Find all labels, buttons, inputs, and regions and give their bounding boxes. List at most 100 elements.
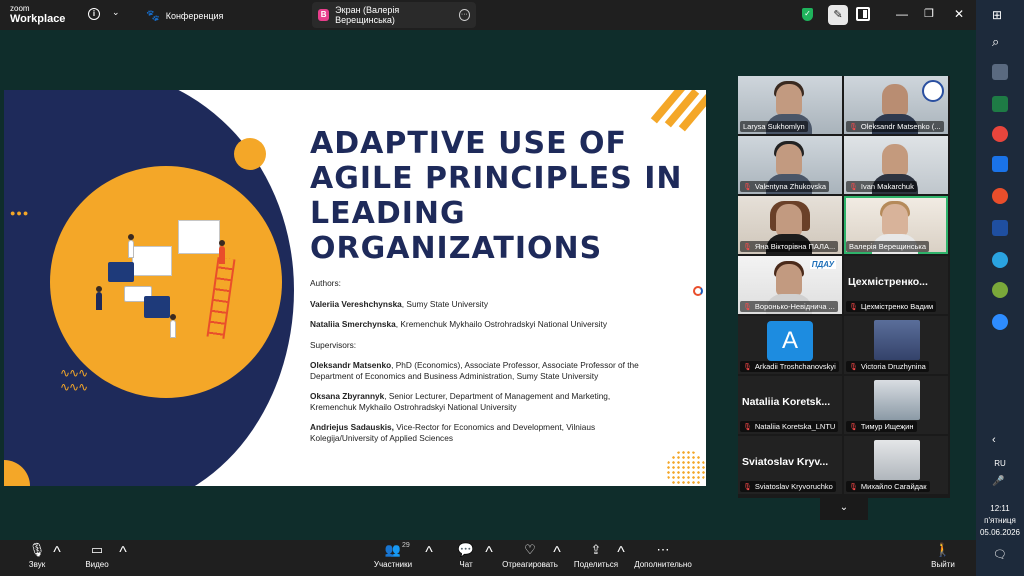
author-affiliation: , Sumy State University bbox=[401, 298, 489, 309]
annotate-pen-icon[interactable]: ✎ bbox=[828, 5, 848, 25]
react-options-caret[interactable]: ^ bbox=[552, 544, 562, 576]
person bbox=[96, 292, 102, 310]
person bbox=[219, 246, 225, 264]
more-button[interactable]: ⋯ Дополнительно bbox=[632, 540, 694, 576]
mic-muted-icon: 🎙 bbox=[849, 423, 858, 431]
audio-options-caret[interactable]: ^ bbox=[52, 544, 62, 576]
participant-tile[interactable]: 🎙 Тимур Ищеҗин bbox=[844, 376, 948, 434]
slide-title: ADAPTIVE USE OF AGILE PRINCIPLES IN LEAD… bbox=[310, 126, 683, 266]
notifications-icon[interactable]: 🗨 bbox=[976, 548, 1024, 561]
participant-face bbox=[776, 204, 802, 236]
leave-button[interactable]: 🚶 Выйти bbox=[928, 540, 958, 576]
participant-tile[interactable]: 🎙 Ivan Makarchuk bbox=[844, 136, 948, 194]
app-icon[interactable] bbox=[992, 188, 1008, 204]
minimize-icon[interactable]: — bbox=[896, 7, 908, 21]
decor-wave: ∿∿∿ ∿∿∿ bbox=[60, 366, 88, 394]
mic-muted-icon: 🎙 bbox=[743, 303, 752, 311]
microphone-icon[interactable]: 🎤 bbox=[992, 476, 1008, 492]
participant-face bbox=[882, 204, 908, 236]
supervisor-line: Oleksandr Matsenko, PhD (Economics), Ass… bbox=[310, 360, 652, 381]
meeting-tab[interactable]: 🐾 Конференция bbox=[146, 9, 223, 22]
participants-options-caret[interactable]: ^ bbox=[424, 544, 434, 576]
participant-face bbox=[776, 84, 802, 116]
security-shield-icon[interactable]: ✓ bbox=[802, 8, 813, 21]
participant-name: 🎙 Valentyna Zhukovska bbox=[740, 181, 830, 192]
close-icon[interactable]: ✕ bbox=[954, 7, 964, 21]
more-options-icon[interactable]: ··· bbox=[458, 9, 471, 21]
telegram-icon[interactable] bbox=[992, 252, 1008, 268]
chrome-icon[interactable] bbox=[992, 126, 1008, 142]
language-indicator[interactable]: RU bbox=[992, 456, 1008, 472]
screen-tab-label: Экран (Валерія Верещинська) bbox=[335, 5, 400, 25]
share-label: Поделиться bbox=[573, 560, 619, 569]
audio-button[interactable]: 🎙 Звук bbox=[20, 540, 54, 576]
search-icon[interactable]: ⌕ bbox=[992, 34, 1008, 50]
app-icon[interactable] bbox=[992, 282, 1008, 298]
video-button[interactable]: ▭ Видео bbox=[80, 540, 114, 576]
participant-name: 🎙 Воронько-Невіднича ... bbox=[740, 301, 838, 312]
person bbox=[170, 320, 176, 338]
layout-view-icon[interactable] bbox=[856, 7, 870, 21]
participant-tile[interactable]: 🎙 Яна Вікторівна ПАЛА... bbox=[738, 196, 842, 254]
screen-share-tab[interactable]: В Экран (Валерія Верещинська) ··· bbox=[312, 2, 476, 28]
author-name: Nataliia Smerchynska bbox=[310, 319, 396, 329]
chat-bubble-icon: 💬 bbox=[457, 542, 475, 557]
participant-name: 🎙 Oleksandr Matsenko (... bbox=[846, 121, 944, 132]
supervisor-line: Andriejus Sadauskis, Vice-Rector for Eco… bbox=[310, 422, 652, 443]
video-options-caret[interactable]: ^ bbox=[118, 544, 128, 576]
calculator-icon[interactable] bbox=[992, 64, 1008, 80]
participant-tile[interactable]: 🎙 Михайло Сагайдак bbox=[844, 436, 948, 494]
participant-avatar: A bbox=[767, 321, 813, 361]
windows-start-icon[interactable]: ⊞ bbox=[992, 8, 1008, 24]
participant-tile[interactable]: Sviatoslav Kryv... 🎙 Sviatoslav Kryvoruch… bbox=[738, 436, 842, 494]
mic-muted-icon: 🎙 bbox=[743, 363, 752, 371]
participant-tile[interactable]: 🎙 Victoria Druzhynina bbox=[844, 316, 948, 374]
university-logo-icon bbox=[922, 80, 944, 102]
chevron-left-icon[interactable]: ‹ bbox=[992, 434, 1008, 450]
zoom-window: zoom Workplace i ⌄ 🐾 Конференция В Экран… bbox=[0, 0, 1024, 576]
excel-icon[interactable] bbox=[992, 96, 1008, 112]
chat-button[interactable]: 💬 Чат bbox=[452, 540, 480, 576]
info-icon[interactable]: i bbox=[88, 8, 100, 20]
share-options-caret[interactable]: ^ bbox=[616, 544, 626, 576]
share-button[interactable]: ⇪ Поделиться bbox=[572, 540, 620, 576]
decor-dot-grid bbox=[666, 450, 706, 486]
participant-face bbox=[882, 144, 908, 176]
video-label: Видео bbox=[85, 560, 109, 569]
participant-face bbox=[776, 264, 802, 296]
orange-dot bbox=[234, 138, 266, 170]
participant-tile[interactable]: Nataliia Koretsk... 🎙 Nataliia Koretska_L… bbox=[738, 376, 842, 434]
participant-tile[interactable]: 🎙 Valentyna Zhukovska bbox=[738, 136, 842, 194]
react-button[interactable]: ♡ Отреагировать bbox=[500, 540, 560, 576]
mic-muted-icon: 🎙 bbox=[849, 483, 858, 491]
participant-tile[interactable]: ПДАУ 🎙 Воронько-Невіднича ... bbox=[738, 256, 842, 314]
participant-display-name: Цехмістренко... bbox=[848, 276, 928, 288]
word-icon[interactable] bbox=[992, 156, 1008, 172]
mic-muted-icon: 🎙 bbox=[849, 123, 858, 131]
gallery-scroll-down-button[interactable]: ⌄ bbox=[820, 498, 868, 520]
mic-muted-icon: 🎙 bbox=[849, 303, 858, 311]
participant-tile-active-speaker[interactable]: Валерія Верещинська bbox=[844, 196, 948, 254]
supervisor-name: Oleksandr Matsenko bbox=[310, 360, 392, 370]
meeting-title: Конференция bbox=[165, 10, 224, 21]
participant-tile[interactable]: A 🎙 Arkadii Troshchanovskyi bbox=[738, 316, 842, 374]
participant-tile[interactable]: Larysa Sukhomlyn bbox=[738, 76, 842, 134]
participant-tile[interactable]: Цехмістренко... 🎙 Цехмістренко Вадим bbox=[844, 256, 948, 314]
zoom-logo: zoom Workplace bbox=[10, 4, 66, 25]
shared-slide: ●●● ∿∿∿ ∿∿∿ ADAPTIVE USE OF AGILE PRINCI… bbox=[4, 90, 706, 486]
clock-time[interactable]: 12:11 bbox=[976, 504, 1024, 513]
chat-options-caret[interactable]: ^ bbox=[484, 544, 494, 576]
react-label: Отреагировать bbox=[502, 560, 558, 569]
camera-icon: ▭ bbox=[90, 542, 104, 557]
participant-photo bbox=[874, 440, 920, 480]
zoom-app-icon[interactable] bbox=[992, 314, 1008, 330]
chevron-down-icon[interactable]: ⌄ bbox=[112, 7, 120, 18]
person bbox=[128, 240, 134, 258]
logo-line2: Workplace bbox=[10, 13, 66, 25]
participants-button[interactable]: 👥 Участники 29 bbox=[368, 540, 418, 576]
whiteboard bbox=[178, 220, 220, 254]
supervisor-line: Oksana Zbyrannyk, Senior Lecturer, Depar… bbox=[310, 391, 652, 412]
participant-tile[interactable]: 🎙 Oleksandr Matsenko (... bbox=[844, 76, 948, 134]
app-icon[interactable] bbox=[992, 220, 1008, 236]
restore-icon[interactable]: ❐ bbox=[924, 7, 934, 20]
